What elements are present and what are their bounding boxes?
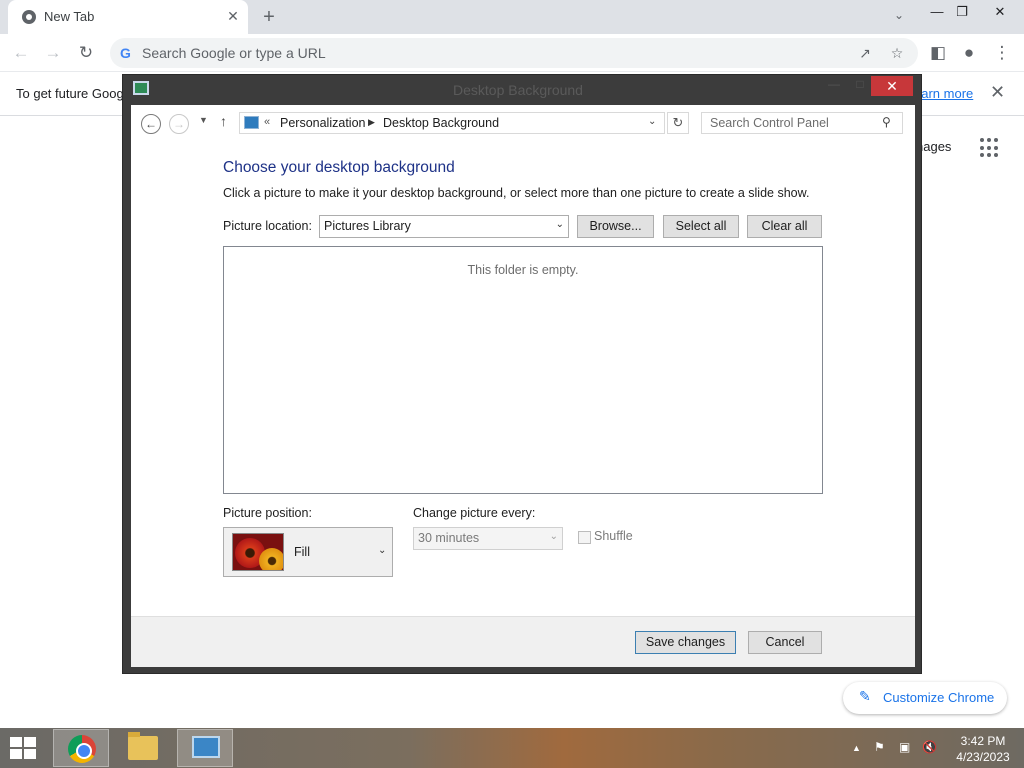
dialog-client-area: ← → ▼ ↑ « Personalization ▶ Desktop Back… [131, 105, 915, 667]
customize-chrome-label: Customize Chrome [883, 690, 995, 705]
browse-button[interactable]: Browse... [577, 215, 654, 238]
breadcrumb-separator-icon[interactable]: ▶ [368, 117, 375, 128]
clock-date: 4/23/2023 [956, 750, 1010, 764]
forward-arrow-icon[interactable]: → [42, 42, 64, 64]
address-row: ← → ▼ ↑ « Personalization ▶ Desktop Back… [131, 105, 915, 141]
network-icon[interactable]: ▣ [899, 740, 910, 754]
breadcrumb-overflow[interactable]: « [264, 116, 270, 128]
tab-new-tab[interactable]: New Tab ✕ [8, 0, 248, 34]
window-restore-icon[interactable]: ❐ [950, 2, 974, 22]
folder-icon [128, 732, 158, 760]
taskbar-file-explorer-button[interactable] [115, 729, 171, 767]
chrome-icon [68, 735, 96, 763]
picture-list[interactable]: This folder is empty. [223, 246, 823, 494]
learn-more-link[interactable]: earn more [914, 86, 973, 101]
back-arrow-icon[interactable]: ← [10, 42, 32, 64]
control-panel-taskbar-icon [192, 736, 220, 758]
breadcrumb-desktop-background[interactable]: Desktop Background [383, 116, 499, 130]
page-description: Click a picture to make it your desktop … [223, 186, 810, 200]
windows-start-icon[interactable] [10, 737, 38, 759]
change-picture-label: Change picture every: [413, 506, 536, 520]
tab-close-icon[interactable]: ✕ [224, 7, 242, 25]
change-interval-value: 30 minutes [418, 531, 480, 545]
picture-position-label: Picture position: [223, 506, 312, 520]
clock-time: 3:42 PM [960, 734, 1006, 748]
window-close-icon[interactable]: ✕ [988, 2, 1012, 22]
volume-muted-icon[interactable]: 🔇 [922, 740, 937, 754]
up-arrow-icon[interactable]: ↑ [220, 113, 227, 129]
show-hidden-icons-icon[interactable]: ▲ [852, 743, 861, 753]
chrome-toolbar: ← → ↻ G Search Google or type a URL ↗ ☆ … [0, 34, 1024, 72]
bookmark-star-icon[interactable]: ☆ [888, 44, 906, 62]
chrome-tab-strip: New Tab ✕ + ⌄ — ❐ ✕ [0, 0, 1024, 34]
clear-all-button[interactable]: Clear all [747, 215, 822, 238]
recent-locations-dropdown-icon[interactable]: ▼ [199, 115, 208, 125]
customize-chrome-button[interactable]: ✎ Customize Chrome [843, 682, 1007, 714]
info-bar-text: To get future Goog [16, 86, 124, 101]
reload-icon[interactable]: ↻ [75, 42, 97, 64]
save-changes-button[interactable]: Save changes [635, 631, 736, 654]
breadcrumb-personalization[interactable]: Personalization [280, 116, 365, 130]
google-apps-icon[interactable] [980, 138, 1000, 158]
picture-position-select[interactable]: Fill ⌄ [223, 527, 393, 577]
dialog-footer: Save changes Cancel [131, 616, 915, 667]
menu-kebab-icon[interactable]: ⋮ [991, 42, 1013, 64]
search-placeholder: Search Control Panel [710, 116, 829, 130]
picture-location-select[interactable]: Pictures Library ⌄ [319, 215, 569, 238]
dialog-minimize-icon[interactable]: — [823, 77, 845, 95]
cancel-button[interactable]: Cancel [748, 631, 822, 654]
taskbar-chrome-button[interactable] [53, 729, 109, 767]
empty-folder-message: This folder is empty. [467, 263, 579, 277]
dialog-close-button[interactable]: ✕ [871, 76, 913, 96]
pencil-icon: ✎ [859, 688, 871, 704]
action-center-flag-icon[interactable]: ⚑ [874, 740, 885, 754]
picture-position-value: Fill [294, 545, 310, 559]
address-control-panel-icon [244, 116, 259, 129]
back-button[interactable]: ← [141, 114, 161, 134]
search-icon[interactable]: ⚲ [882, 115, 891, 129]
page-heading: Choose your desktop background [223, 159, 455, 176]
chevron-down-icon: ⌄ [549, 531, 558, 542]
new-tab-button[interactable]: + [258, 6, 280, 28]
shuffle-label[interactable]: Shuffle [594, 529, 633, 543]
flower-thumbnail-icon [232, 533, 284, 571]
chevron-down-icon: ⌄ [555, 219, 564, 230]
taskbar-clock[interactable]: 3:42 PM 4/23/2023 [950, 733, 1016, 765]
side-panel-icon[interactable]: ◧ [927, 42, 949, 64]
dialog-maximize-icon[interactable]: □ [849, 77, 871, 95]
control-panel-icon [133, 81, 149, 95]
picture-location-label: Picture location: [223, 219, 312, 233]
address-bar[interactable]: « Personalization ▶ Desktop Background ⌄ [239, 112, 665, 134]
desktop-background-window: Desktop Background — □ ✕ ← → ▼ ↑ « Perso… [122, 74, 922, 674]
picture-location-value: Pictures Library [324, 219, 411, 233]
taskbar: ▲ ⚑ ▣ 🔇 3:42 PM 4/23/2023 [0, 728, 1024, 768]
chrome-favicon-icon [22, 10, 36, 24]
change-interval-select[interactable]: 30 minutes ⌄ [413, 527, 563, 550]
info-bar-close-icon[interactable]: ✕ [990, 82, 1005, 103]
select-all-button[interactable]: Select all [663, 215, 739, 238]
refresh-icon[interactable]: ↻ [667, 112, 689, 134]
share-icon[interactable]: ↗ [856, 44, 874, 62]
window-minimize-icon[interactable]: — [925, 2, 949, 22]
address-dropdown-icon[interactable]: ⌄ [648, 116, 656, 127]
search-control-panel-input[interactable]: Search Control Panel ⚲ [701, 112, 903, 134]
forward-button[interactable]: → [169, 114, 189, 134]
shuffle-checkbox[interactable] [578, 531, 591, 544]
omnibox-placeholder[interactable]: Search Google or type a URL [142, 45, 326, 61]
tab-search-chevron-icon[interactable]: ⌄ [890, 8, 908, 26]
omnibox[interactable]: G Search Google or type a URL ↗ ☆ [110, 38, 918, 68]
chevron-down-icon: ⌄ [378, 545, 387, 556]
profile-avatar-icon[interactable]: ● [958, 42, 980, 64]
tab-title: New Tab [44, 9, 95, 24]
google-g-icon: G [120, 45, 131, 61]
taskbar-control-panel-button[interactable] [177, 729, 233, 767]
window-title: Desktop Background [453, 82, 583, 98]
